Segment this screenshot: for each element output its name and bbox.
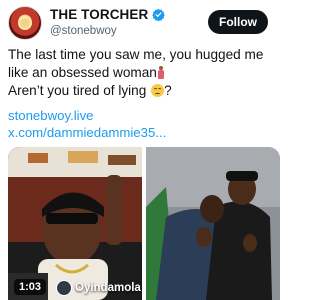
link-stonebwoy-live[interactable]: stonebwoy.live (8, 107, 166, 124)
tweet-line-1: The last time you saw me, you hugged me (8, 47, 264, 62)
author-handle[interactable]: @stonebwoy (50, 25, 117, 37)
man-with-sunglasses-photo (8, 147, 142, 300)
link-x-com-dammiedammie[interactable]: x.com/dammiedammie35... (8, 124, 166, 141)
two-men-hugging-photo (146, 147, 280, 300)
uploader-name: Oyindamola (75, 282, 141, 294)
uploader-avatar (56, 280, 72, 296)
video-thumbnail[interactable]: 1:03 Oyindamola (8, 147, 142, 300)
face-with-rolling-eyes-emoji (151, 84, 165, 97)
tweet-links: stonebwoy.live x.com/dammiedammie35... (8, 107, 166, 141)
tweet-line-3-wrap: Aren’t you tired of lying ? (8, 82, 280, 100)
tweet-text: The last time you saw me, you hugged me … (8, 46, 280, 100)
video-duration: 1:03 (14, 279, 47, 295)
verified-badge-icon (152, 8, 166, 21)
woman-standing-emoji (157, 66, 164, 79)
tweet-header: THE TORCHER @stonebwoy Follow (8, 6, 280, 40)
author-display-name[interactable]: THE TORCHER (50, 7, 148, 22)
uploader-tag[interactable]: Oyindamola (56, 280, 142, 296)
media-grid[interactable]: 1:03 Oyindamola (8, 147, 280, 300)
follow-button[interactable]: Follow (208, 10, 268, 34)
tweet-line-2: like an obsessed woman (8, 65, 157, 80)
name-row: THE TORCHER (50, 7, 166, 22)
author-avatar[interactable] (8, 6, 42, 40)
tweet-line-2-wrap: like an obsessed woman (8, 64, 280, 82)
tweet-line-3-end: ? (164, 83, 172, 98)
tweet-line-3: Aren’t you tired of lying (8, 83, 147, 98)
hug-photo[interactable] (146, 147, 280, 300)
